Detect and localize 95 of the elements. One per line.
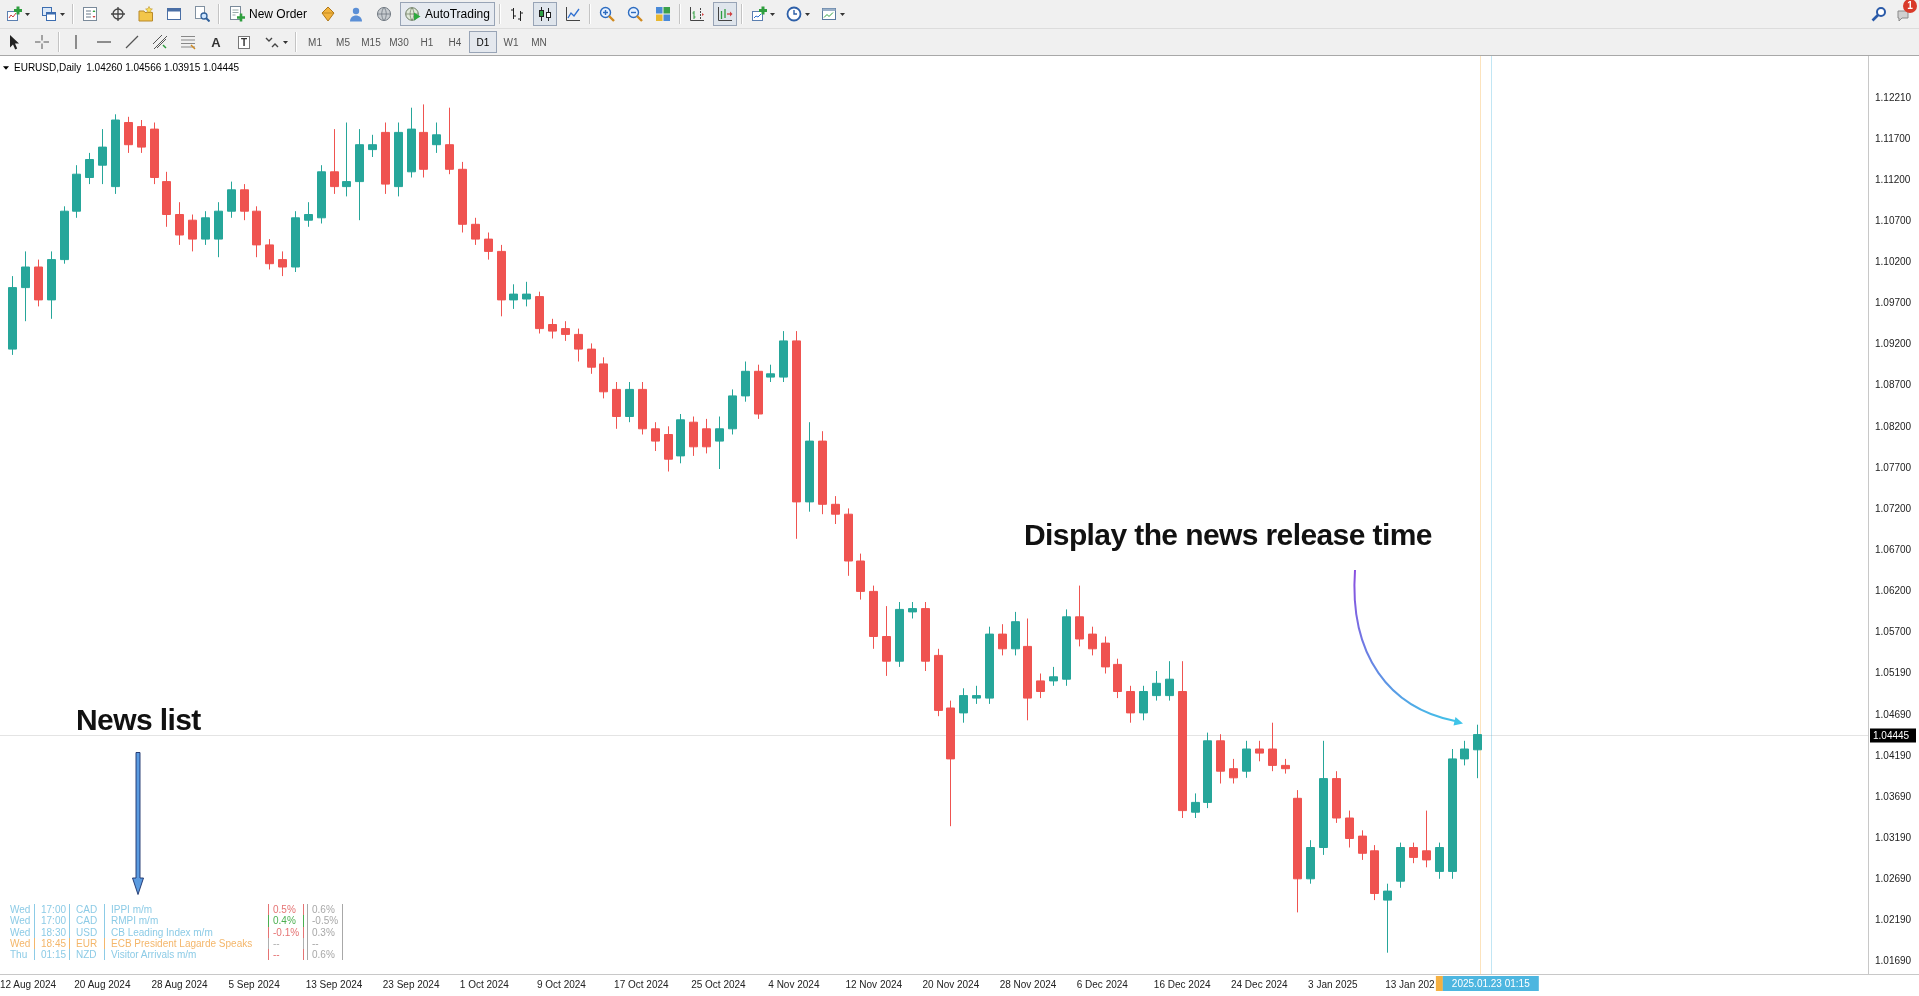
- timeframe-button[interactable]: M1: [301, 31, 329, 53]
- notification-badge[interactable]: 1: [1903, 0, 1917, 13]
- parallel-lines-icon[interactable]: [152, 34, 168, 50]
- date-label: 28 Aug 2024: [151, 979, 208, 990]
- price-label: 1.11700: [1875, 132, 1911, 144]
- price-label: 1.08200: [1875, 420, 1912, 432]
- date-label: 4 Nov 2024: [768, 979, 820, 990]
- timeframe-button[interactable]: W1: [497, 31, 525, 53]
- price-label: 1.07200: [1875, 502, 1912, 514]
- trendline-icon[interactable]: [124, 34, 140, 50]
- date-label: 20 Aug 2024: [74, 979, 131, 990]
- page-magnifier-icon[interactable]: [194, 6, 210, 22]
- candlestick-icon: [536, 6, 553, 22]
- price-label: 1.08700: [1875, 379, 1912, 391]
- chart-divider-icon: [688, 6, 705, 22]
- current-price-label: 1.04445: [1870, 728, 1916, 743]
- timeframe-button[interactable]: MN: [525, 31, 553, 53]
- price-label: 1.03690: [1875, 790, 1912, 802]
- windows-icon[interactable]: [41, 6, 57, 22]
- person-icon[interactable]: [348, 6, 364, 22]
- bar-chart-icon: [508, 6, 525, 22]
- clock-icon[interactable]: [785, 6, 802, 22]
- timeframe-button[interactable]: H1: [413, 31, 441, 53]
- price-label: 1.12210: [1875, 91, 1912, 103]
- timeframe-button[interactable]: D1: [469, 31, 497, 53]
- timeframe-button[interactable]: M5: [329, 31, 357, 53]
- date-label: 1 Oct 2024: [459, 979, 509, 990]
- price-label: 1.09700: [1875, 297, 1912, 309]
- date-label: 12 Nov 2024: [845, 979, 903, 990]
- timeframe-button[interactable]: M30: [385, 31, 413, 53]
- new-order-button[interactable]: New Order: [224, 2, 312, 26]
- zoom-in-icon[interactable]: [598, 6, 615, 22]
- price-label: 1.01690: [1875, 955, 1912, 967]
- price-label: 1.05700: [1875, 626, 1912, 638]
- price-label: 1.06700: [1875, 544, 1912, 556]
- text-tool[interactable]: A: [204, 30, 228, 54]
- date-label: 24 Dec 2024: [1231, 979, 1288, 990]
- caret-icon[interactable]: [25, 12, 30, 16]
- text-label-tool[interactable]: T: [237, 35, 251, 49]
- crosshair-icon[interactable]: [110, 6, 126, 22]
- price-label: 1.03190: [1875, 832, 1912, 843]
- price-label: 1.05190: [1875, 667, 1912, 679]
- price-label: 1.10700: [1875, 214, 1912, 226]
- date-label: 20 Nov 2024: [922, 979, 980, 990]
- line-chart-icon: [564, 6, 581, 22]
- tile-icon[interactable]: [654, 6, 671, 22]
- caret-icon[interactable]: [283, 40, 288, 44]
- date-label: 9 Oct 2024: [537, 979, 586, 990]
- chart-type-button[interactable]: [532, 2, 557, 26]
- date-label: 17 Oct 2024: [614, 979, 669, 990]
- price-label: 1.02190: [1875, 914, 1912, 926]
- date-label: 25 Oct 2024: [691, 979, 746, 990]
- caret-icon[interactable]: [839, 12, 845, 16]
- ohlc-values: 1.04260 1.04566 1.03915 1.04445: [86, 62, 240, 73]
- date-label: 13 Sep 2024: [305, 979, 363, 990]
- caret-icon[interactable]: [769, 12, 775, 16]
- price-list-icon[interactable]: [82, 6, 98, 22]
- chart-plus-icon[interactable]: [6, 6, 22, 22]
- price-label: 1.07700: [1875, 461, 1912, 473]
- price-label: 1.09200: [1875, 338, 1912, 350]
- price-label: 1.06200: [1875, 585, 1912, 597]
- search-icon[interactable]: [1871, 6, 1887, 22]
- chart-arrow-icon: [716, 6, 733, 22]
- folder-star-icon[interactable]: [138, 6, 154, 22]
- price-label: 1.04190: [1875, 749, 1912, 761]
- globe-icon[interactable]: [376, 6, 392, 22]
- price-label: 1.02690: [1875, 873, 1912, 885]
- caret-icon[interactable]: [804, 12, 810, 16]
- diamond-icon[interactable]: [320, 6, 336, 22]
- zoom-out-icon[interactable]: [626, 6, 643, 22]
- globe-play-icon: [405, 6, 421, 22]
- page-plus-icon: [229, 6, 245, 22]
- view-toggle-button[interactable]: [712, 2, 737, 26]
- timeframe-button[interactable]: H4: [441, 31, 469, 53]
- date-label: 23 Sep 2024: [382, 979, 440, 990]
- caret-icon[interactable]: [3, 65, 9, 70]
- date-label: 3 Jan 2025: [1308, 979, 1358, 990]
- chart-plus-icon[interactable]: [750, 6, 767, 22]
- chart-symbol: EURUSD,Daily: [14, 62, 82, 73]
- price-label: 1.04690: [1875, 708, 1912, 720]
- date-label: 6 Dec 2024: [1076, 979, 1128, 990]
- time-label: 2025.01.23 01:15: [1442, 976, 1539, 991]
- window-icon[interactable]: [166, 6, 182, 22]
- caret-icon[interactable]: [60, 12, 65, 16]
- auto-trading-button[interactable]: AutoTrading: [400, 2, 495, 26]
- date-label: 5 Sep 2024: [228, 979, 280, 990]
- horizontal-lines-icon[interactable]: [180, 34, 196, 50]
- price-label: 1.11200: [1875, 173, 1911, 185]
- timeframe-button[interactable]: M15: [357, 31, 385, 53]
- price-label: 1.10200: [1875, 256, 1912, 268]
- chart-window-icon[interactable]: [820, 6, 837, 22]
- date-label: 13 Jan 202: [1385, 979, 1435, 990]
- date-label: 28 Nov 2024: [999, 979, 1057, 990]
- date-label: 12 Aug 2024: [0, 979, 57, 990]
- date-label: 16 Dec 2024: [1153, 979, 1211, 990]
